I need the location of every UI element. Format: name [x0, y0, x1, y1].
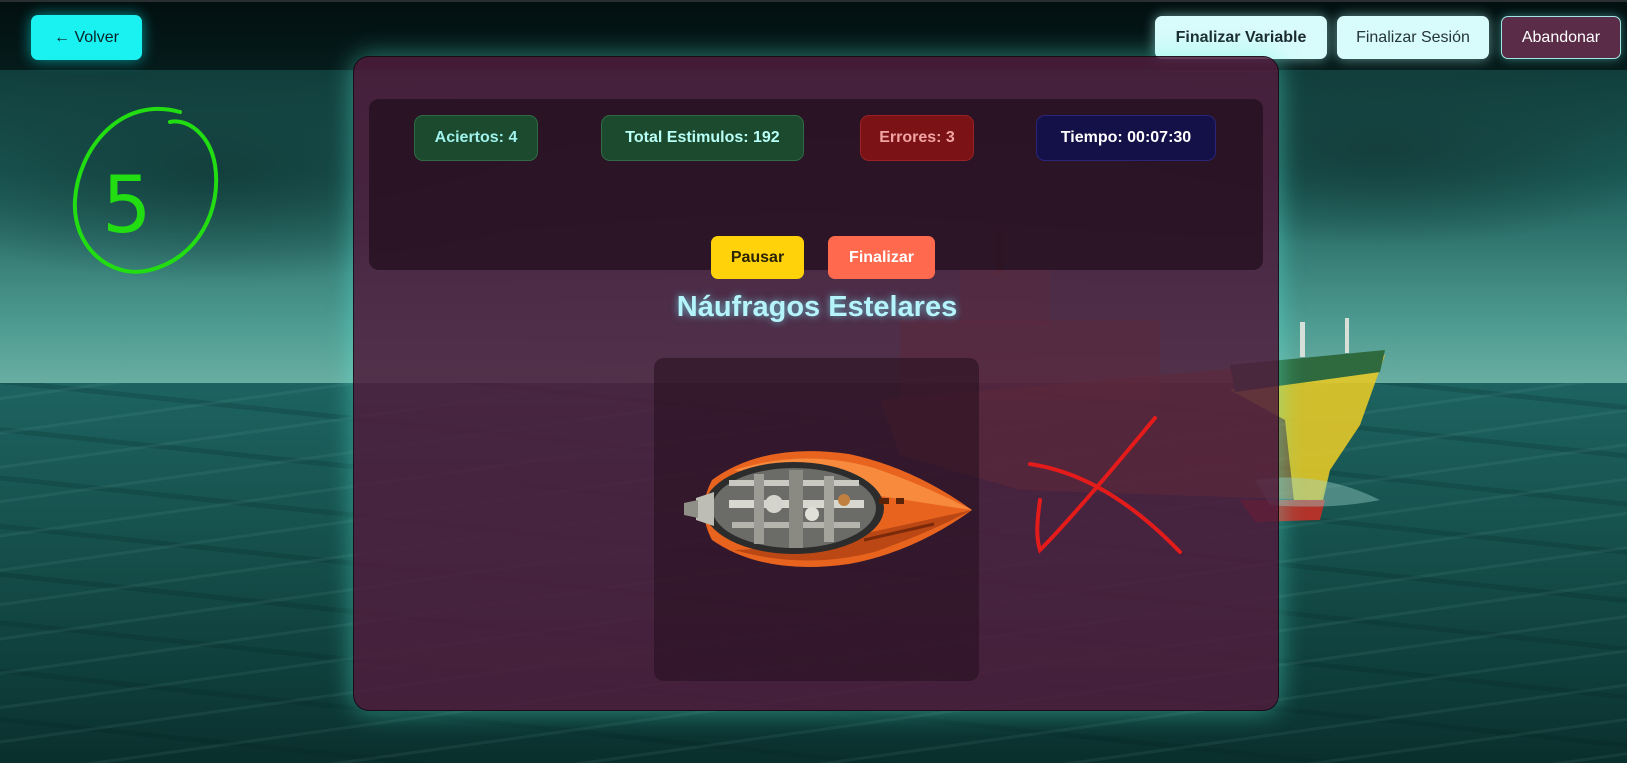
game-card: Aciertos: 4 Total Estimulos: 192 Errores… [353, 56, 1279, 711]
game-title: Náufragos Estelares [676, 291, 958, 323]
orange-spaceship-stimulus[interactable] [674, 440, 974, 580]
pause-button[interactable]: Pausar [711, 236, 804, 279]
finish-button[interactable]: Finalizar [828, 236, 935, 279]
timer: Tiempo: 00:07:30 [1036, 115, 1216, 161]
back-button[interactable]: ← Volver [31, 15, 142, 60]
end-variable-button[interactable]: Finalizar Variable [1155, 16, 1327, 59]
stats-panel: Aciertos: 4 Total Estimulos: 192 Errores… [369, 99, 1263, 279]
end-session-button[interactable]: Finalizar Sesión [1337, 16, 1489, 59]
hits-counter: Aciertos: 4 [414, 115, 538, 161]
abandon-button[interactable]: Abandonar [1501, 16, 1621, 59]
total-stimuli-counter: Total Estimulos: 192 [601, 115, 804, 161]
stimulus-area[interactable] [654, 358, 979, 681]
errors-counter: Errores: 3 [860, 115, 974, 161]
